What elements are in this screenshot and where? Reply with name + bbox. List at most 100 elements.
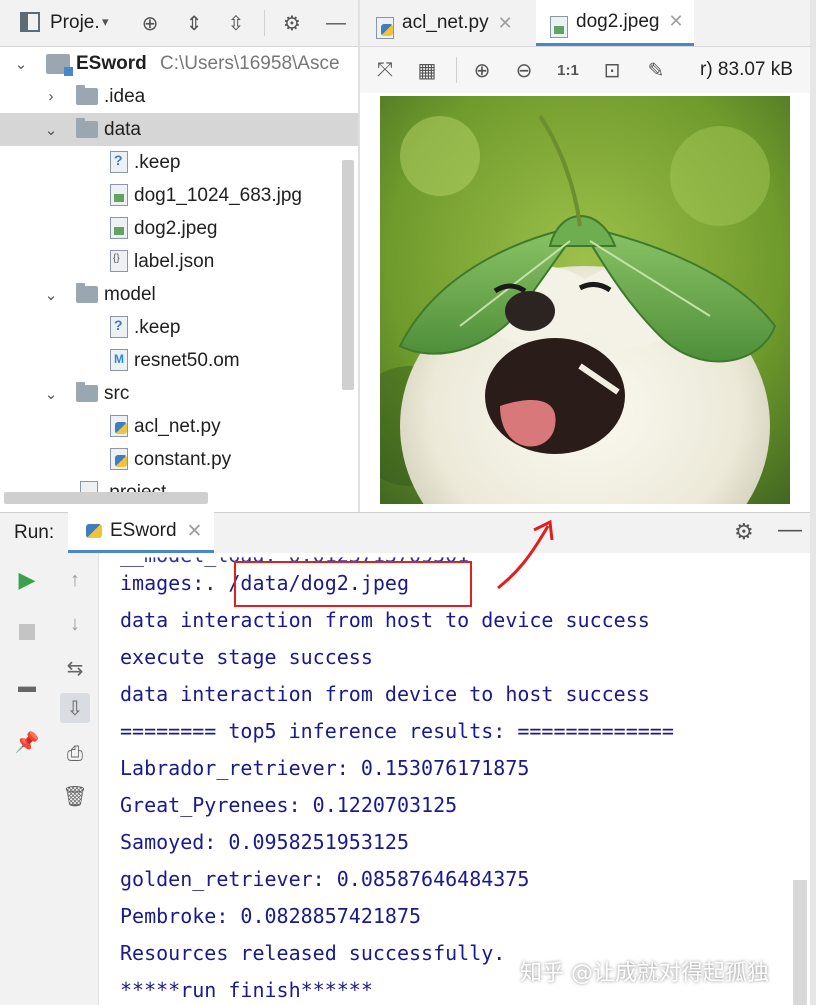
close-icon[interactable]: ✕ bbox=[498, 13, 513, 34]
model-file-icon bbox=[110, 349, 128, 371]
dog-image-svg bbox=[380, 96, 790, 504]
pin-icon[interactable]: 📌 bbox=[12, 727, 42, 757]
module-icon bbox=[46, 54, 73, 76]
run-config-tab[interactable]: ESword ✕ bbox=[68, 512, 215, 553]
tree-row-dog1[interactable]: dog1_1024_683.jpg bbox=[0, 179, 358, 212]
tree-label: .idea bbox=[104, 85, 146, 107]
tab-acl-net-py[interactable]: acl_net.py ✕ bbox=[376, 0, 525, 46]
tree-row-constant[interactable]: constant.py bbox=[0, 443, 358, 476]
run-toolbar-secondary: ↑ ↓ ⇆ ⇩ ⎙ 🗑 bbox=[50, 553, 99, 1005]
folder-icon bbox=[76, 118, 98, 138]
tree-row-keep[interactable]: .keep bbox=[0, 311, 358, 344]
tree-label: data bbox=[104, 118, 141, 140]
locate-target-icon[interactable]: ⊕ bbox=[136, 9, 164, 37]
gear-icon[interactable]: ⚙ bbox=[734, 519, 754, 545]
console-line: *****run finish****** bbox=[120, 978, 373, 1002]
toolbar-separator bbox=[264, 10, 265, 36]
console-line: ======== top5 inference results: =======… bbox=[120, 719, 674, 743]
tree-row-label-json[interactable]: label.json bbox=[0, 245, 358, 278]
chevron-down-icon[interactable]: ⌄ bbox=[42, 385, 60, 403]
tree-row-idea[interactable]: › .idea bbox=[0, 80, 358, 113]
folder-icon bbox=[76, 382, 98, 402]
tree-row-dog2[interactable]: dog2.jpeg bbox=[0, 212, 358, 245]
hide-panel-icon[interactable]: — bbox=[322, 9, 350, 37]
image-info: r) 83.07 kB bbox=[700, 59, 793, 80]
project-window-icon bbox=[20, 12, 40, 32]
console-line: Pembroke: 0.0828857421875 bbox=[120, 904, 422, 928]
close-icon[interactable]: ✕ bbox=[187, 520, 203, 543]
dropdown-icon[interactable]: ▾ bbox=[102, 14, 109, 30]
image-file-icon bbox=[550, 15, 568, 38]
tree-row-model[interactable]: ⌄ model bbox=[0, 278, 358, 311]
tree-label: resnet50.om bbox=[134, 349, 240, 371]
soft-wrap-icon[interactable]: ⇆ bbox=[60, 653, 90, 683]
project-tree: ⌄ ESword C:\Users\16958\Asce › .idea ⌄ d… bbox=[0, 47, 358, 509]
editor-tab-bar: acl_net.py ✕ dog2.jpeg ✕ bbox=[360, 0, 810, 47]
horizontal-scrollbar[interactable] bbox=[4, 492, 208, 504]
watermark: 知乎 @让成就对得起孤独 bbox=[520, 961, 769, 986]
arrow-down-icon[interactable]: ↓ bbox=[60, 609, 90, 639]
run-panel-title: Run: bbox=[14, 522, 55, 543]
tree-row-keep[interactable]: .keep bbox=[0, 146, 358, 179]
unknown-file-icon bbox=[110, 151, 128, 173]
tab-dog2-jpeg[interactable]: dog2.jpeg ✕ bbox=[536, 0, 694, 46]
tree-label: model bbox=[104, 283, 156, 305]
fit-zoom-icon[interactable]: ⊡ bbox=[598, 57, 626, 83]
arrow-up-icon[interactable]: ↑ bbox=[60, 565, 90, 595]
layout-icon[interactable]: ▬ bbox=[12, 671, 42, 701]
run-toolbar-primary: ▶ ▬ 📌 bbox=[0, 553, 50, 1005]
unknown-file-icon bbox=[110, 316, 128, 338]
grid-icon[interactable]: ▦ bbox=[414, 57, 440, 83]
tree-row-acl-net[interactable]: acl_net.py bbox=[0, 410, 358, 443]
tree-label: constant.py bbox=[134, 448, 232, 470]
zoom-out-icon[interactable]: ⊖ bbox=[510, 57, 538, 83]
tree-label: acl_net.py bbox=[134, 415, 221, 437]
gear-icon[interactable]: ⚙ bbox=[278, 9, 306, 37]
console-line: Great_Pyrenees: 0.1220703125 bbox=[120, 793, 458, 817]
console-line: execute stage success bbox=[120, 645, 373, 669]
folder-icon bbox=[76, 85, 98, 105]
expand-all-icon[interactable]: ⇕ bbox=[180, 9, 208, 37]
hide-panel-icon[interactable]: — bbox=[778, 516, 802, 544]
fit-to-screen-icon[interactable]: ⤧ bbox=[372, 57, 398, 83]
console-scrollbar[interactable] bbox=[793, 880, 807, 1005]
annotation-arrow bbox=[497, 519, 554, 590]
toolbar-separator bbox=[456, 57, 457, 83]
project-toolbar: Proje. ▾ ⊕ ⇕ ⇳ ⚙ — bbox=[0, 0, 358, 47]
console-line: data interaction from device to host suc… bbox=[120, 682, 650, 706]
run-tab-label: ESword bbox=[110, 520, 177, 541]
chevron-down-icon[interactable]: ⌄ bbox=[42, 286, 60, 304]
actual-size-icon[interactable]: 1:1 bbox=[554, 57, 582, 83]
console-line: Labrador_retriever: 0.153076171875 bbox=[120, 756, 530, 780]
tree-row-resnet50[interactable]: resnet50.om bbox=[0, 344, 358, 377]
zoom-in-icon[interactable]: ⊕ bbox=[468, 57, 496, 83]
tree-path: C:\Users\16958\Asce bbox=[160, 52, 340, 74]
chevron-down-icon[interactable]: ⌄ bbox=[12, 55, 30, 73]
rerun-icon[interactable]: ▶ bbox=[12, 565, 42, 595]
scroll-to-end-icon[interactable]: ⇩ bbox=[60, 693, 90, 723]
project-panel-title[interactable]: Proje. bbox=[50, 12, 100, 34]
tree-row-src[interactable]: ⌄ src bbox=[0, 377, 358, 410]
color-picker-icon[interactable]: ✎ bbox=[642, 57, 670, 83]
tab-label: acl_net.py bbox=[402, 12, 489, 33]
console-line: golden_retriever: 0.08587646484375 bbox=[120, 867, 530, 891]
chevron-down-icon[interactable]: ⌄ bbox=[42, 121, 60, 139]
console-output[interactable]: __model_load: 0.0123713709501 images:. /… bbox=[100, 553, 810, 1005]
chevron-right-icon[interactable]: › bbox=[42, 88, 60, 105]
python-file-icon bbox=[110, 448, 128, 470]
print-icon[interactable]: ⎙ bbox=[60, 739, 90, 769]
tree-label: src bbox=[104, 382, 130, 404]
console-line: Samoyed: 0.0958251953125 bbox=[120, 830, 409, 854]
close-icon[interactable]: ✕ bbox=[668, 11, 683, 32]
tree-label: ESword bbox=[76, 52, 147, 74]
window-edge bbox=[810, 0, 816, 1005]
collapse-all-icon[interactable]: ⇳ bbox=[222, 9, 250, 37]
console-line: data interaction from host to device suc… bbox=[120, 608, 650, 632]
dog-image bbox=[380, 96, 790, 504]
tree-row-data[interactable]: ⌄ data bbox=[0, 113, 358, 146]
json-file-icon bbox=[110, 250, 128, 272]
vertical-scrollbar[interactable] bbox=[342, 160, 354, 390]
trash-icon[interactable]: 🗑 bbox=[60, 781, 90, 811]
tree-row-esword[interactable]: ⌄ ESword C:\Users\16958\Asce bbox=[0, 47, 358, 80]
stop-icon[interactable] bbox=[12, 617, 42, 647]
